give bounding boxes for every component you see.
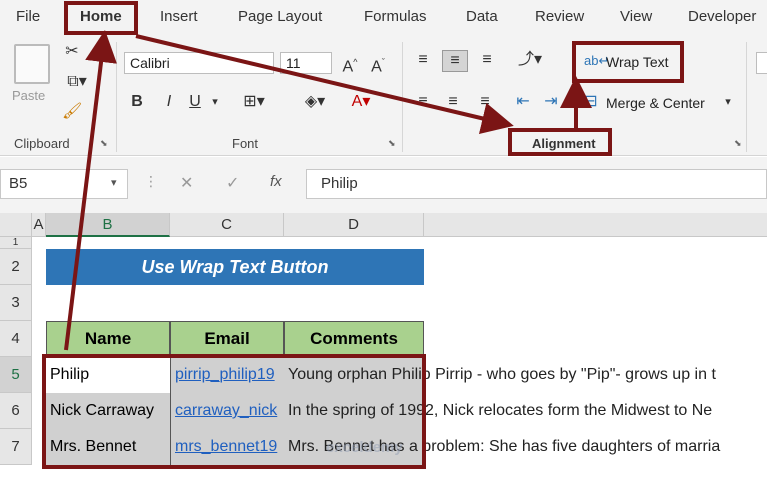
annotation-arrows <box>64 30 592 351</box>
arrow-to-alignment-group <box>135 34 514 135</box>
arrow-to-home-tab <box>64 30 117 351</box>
